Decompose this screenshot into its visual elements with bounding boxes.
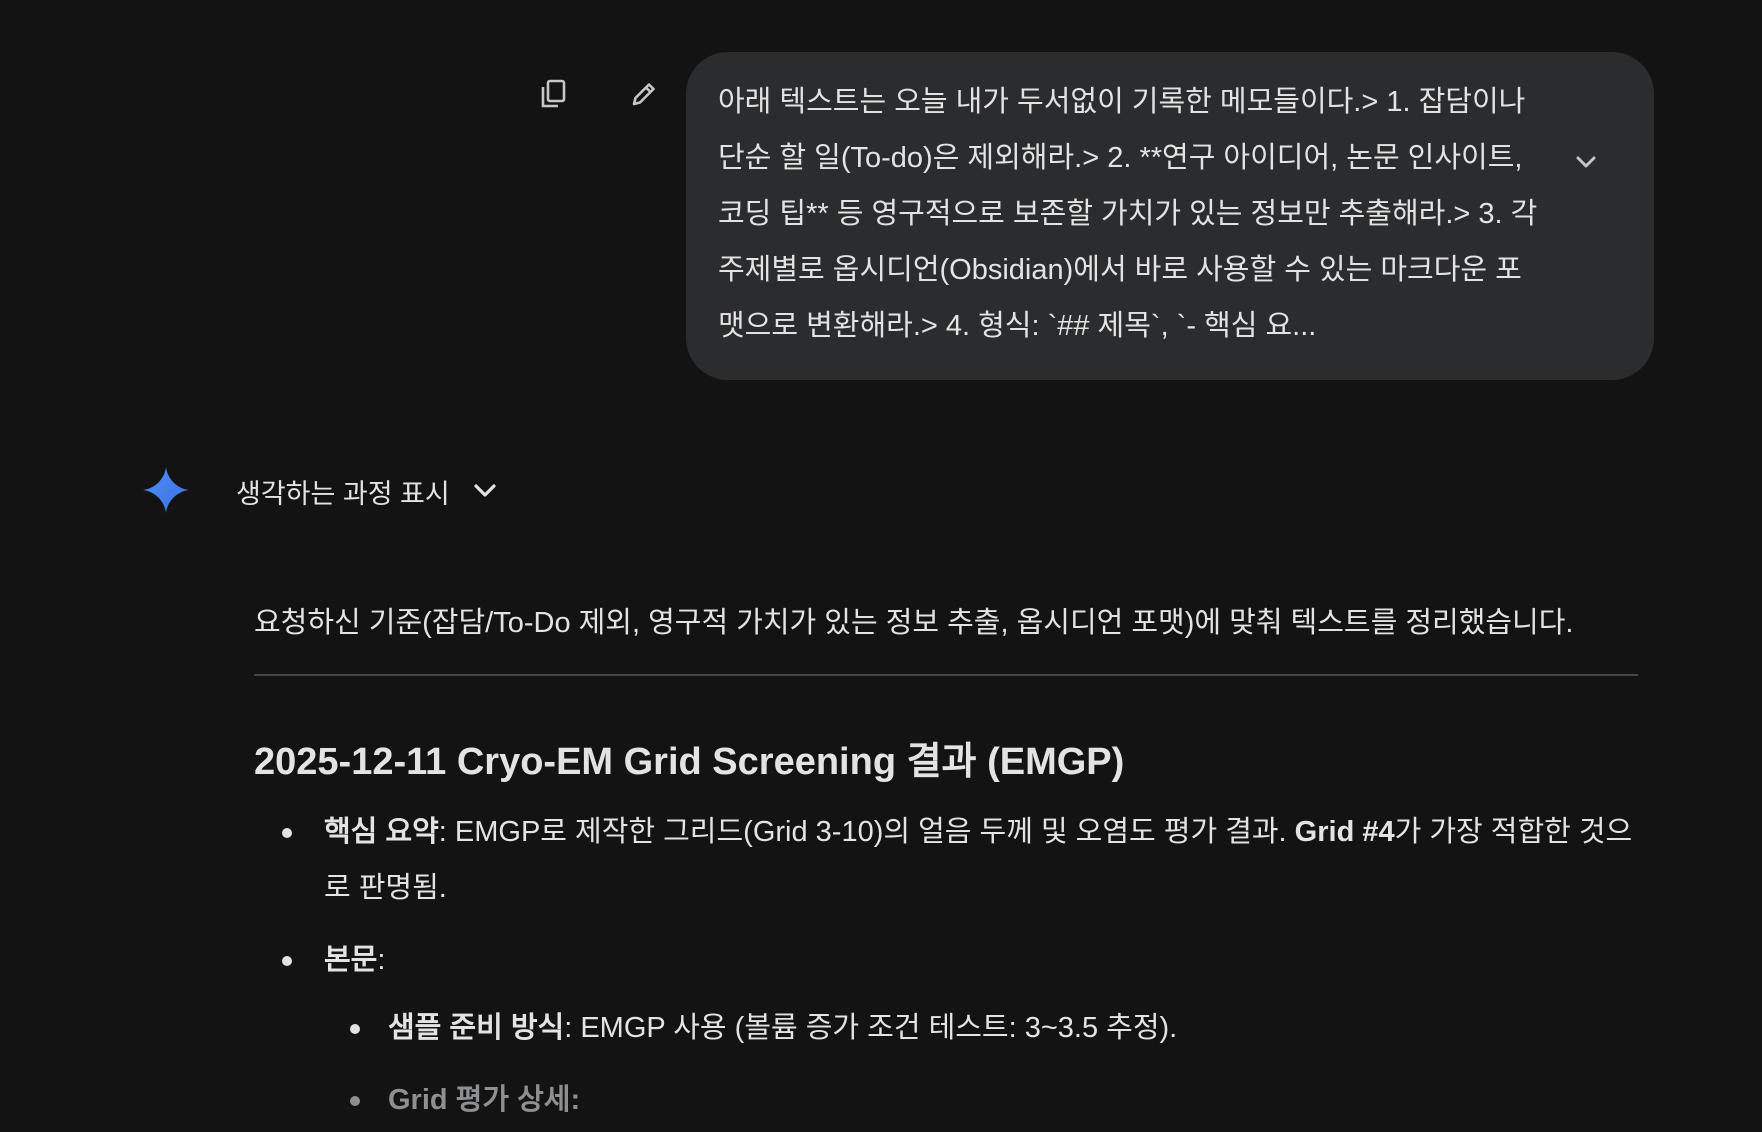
copy-button[interactable] [530,70,578,118]
chevron-down-icon [1576,156,1596,168]
list-item-sample-prep: 샘플 준비 방식: EMGP 사용 (볼륨 증가 조건 테스트: 3~3.5 추… [324,1000,1638,1056]
summary-label: 핵심 요약 [324,816,439,848]
list-item-grid-eval: Grid 평가 상세: [324,1072,1638,1128]
body-colon: : [377,944,386,976]
edit-button[interactable] [620,70,668,118]
summary-text-1: : EMGP로 제작한 그리드(Grid 3-10)의 얼음 두께 및 오염도 … [438,816,1295,848]
sample-label: 샘플 준비 방식 [388,1012,565,1044]
list-item-body: 본문: 샘플 준비 방식: EMGP 사용 (볼륨 증가 조건 테스트: 3~3… [254,932,1638,1128]
copy-icon [541,79,566,108]
summary-bold: Grid #4 [1294,816,1395,848]
show-thinking-label: 생각하는 과정 표시 [236,478,450,509]
list-item-summary: 핵심 요약: EMGP로 제작한 그리드(Grid 3-10)의 얼음 두께 및… [254,804,1638,916]
show-thinking-toggle[interactable]: 생각하는 과정 표시 [236,470,498,512]
chat-page: 아래 텍스트는 오늘 내가 두서없이 기록한 메모들이다.> 1. 잡담이나 단… [0,0,1762,1132]
chevron-down-icon [474,484,496,497]
user-message-bubble: 아래 텍스트는 오늘 내가 두서없이 기록한 메모들이다.> 1. 잡담이나 단… [686,52,1654,380]
expand-message-button[interactable] [1568,144,1604,180]
sample-text: : EMGP 사용 (볼륨 증가 조건 테스트: 3~3.5 추정). [564,1012,1178,1044]
grid-eval-label: Grid 평가 상세: [388,1084,581,1116]
bullet-list: 핵심 요약: EMGP로 제작한 그리드(Grid 3-10)의 얼음 두께 및… [254,804,1638,1128]
response-intro: 요청하신 기준(잡담/To-Do 제외, 영구적 가치가 있는 정보 추출, 옵… [254,607,1574,639]
model-response: 요청하신 기준(잡담/To-Do 제외, 영구적 가치가 있는 정보 추출, 옵… [254,596,1638,1132]
section-title: 2025-12-11 Cryo-EM Grid Screening 결과 (EM… [254,741,1125,783]
user-message-text: 아래 텍스트는 오늘 내가 두서없이 기록한 메모들이다.> 1. 잡담이나 단… [718,86,1538,342]
user-message-actions [530,70,668,118]
gemini-sparkle-icon [142,466,190,514]
edit-pencil-icon [632,83,655,106]
sub-bullet-list: 샘플 준비 방식: EMGP 사용 (볼륨 증가 조건 테스트: 3~3.5 추… [324,1000,1638,1128]
body-label: 본문 [324,944,378,976]
divider [254,674,1638,676]
